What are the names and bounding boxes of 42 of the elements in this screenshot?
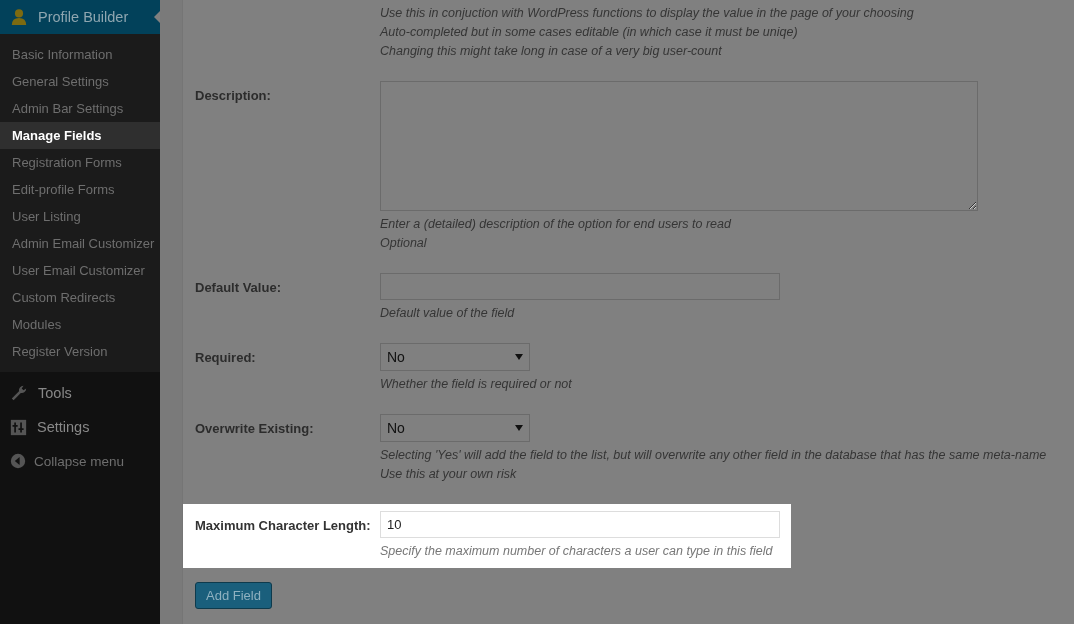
add-field-button[interactable]: Add Field — [195, 582, 272, 609]
sidebar-item[interactable]: Admin Bar Settings — [0, 95, 160, 122]
select-dropdown[interactable]: No — [380, 414, 530, 442]
wrench-icon — [10, 384, 28, 402]
sidebar-header[interactable]: Profile Builder — [0, 0, 160, 34]
sidebar-item[interactable]: Custom Redirects — [0, 284, 160, 311]
field-hint: Whether the field is required or not — [380, 376, 573, 393]
sidebar-item[interactable]: Admin Email Customizer — [0, 230, 160, 257]
sidebar-item[interactable]: Edit-profile Forms — [0, 176, 160, 203]
field-hint: Default value of the field — [380, 305, 516, 322]
field-hint: Changing this might take long in case of a very big user-count — [380, 43, 723, 60]
sidebar-item[interactable]: General Settings — [0, 68, 160, 95]
sidebar-item[interactable]: User Email Customizer — [0, 257, 160, 284]
field-label: Maximum Character Length: — [195, 518, 371, 533]
field-hint: Auto-completed but in some cases editable (in which case it must be uniqe) — [380, 24, 799, 41]
sidebar-item[interactable]: Register Version — [0, 338, 160, 365]
menu-item[interactable]: Tools — [0, 376, 160, 410]
field-hint: Selecting 'Yes' will add the field to the list, but will overwrite any other field in the database that has the same meta-name — [380, 447, 1048, 464]
field-hint: Optional — [380, 235, 428, 252]
field-label: Description: — [195, 88, 271, 103]
menu-item[interactable]: Collapse menu — [0, 444, 160, 478]
select-dropdown[interactable]: No — [380, 343, 530, 371]
caret-icon — [515, 425, 523, 431]
input-field[interactable]: 10 — [380, 511, 780, 538]
menu-item[interactable]: Settings — [0, 410, 160, 444]
caret-icon — [515, 354, 523, 360]
field-hint: Use this at your own risk — [380, 466, 518, 483]
field-hint: Specify the maximum number of characters a user can type in this field — [380, 543, 774, 560]
sidebar-item[interactable]: Basic Information — [0, 41, 160, 68]
user-icon — [10, 8, 28, 26]
sidebar-item[interactable]: Manage Fields — [0, 122, 160, 149]
sidebar-item[interactable]: User Listing — [0, 203, 160, 230]
field-hint: Enter a (detailed) description of the option for end users to read — [380, 216, 733, 233]
field-label: Overwrite Existing: — [195, 421, 314, 436]
description-textarea[interactable] — [380, 81, 978, 211]
field-label: Required: — [195, 350, 256, 365]
sidebar-item[interactable]: Registration Forms — [0, 149, 160, 176]
collapse-icon — [10, 453, 26, 469]
sidebar-item[interactable]: Modules — [0, 311, 160, 338]
field-label: Default Value: — [195, 280, 281, 295]
sliders-icon — [10, 418, 27, 436]
field-hint: Use this in conjuction with WordPress functions to display the value in the page of your choosing — [380, 5, 915, 22]
